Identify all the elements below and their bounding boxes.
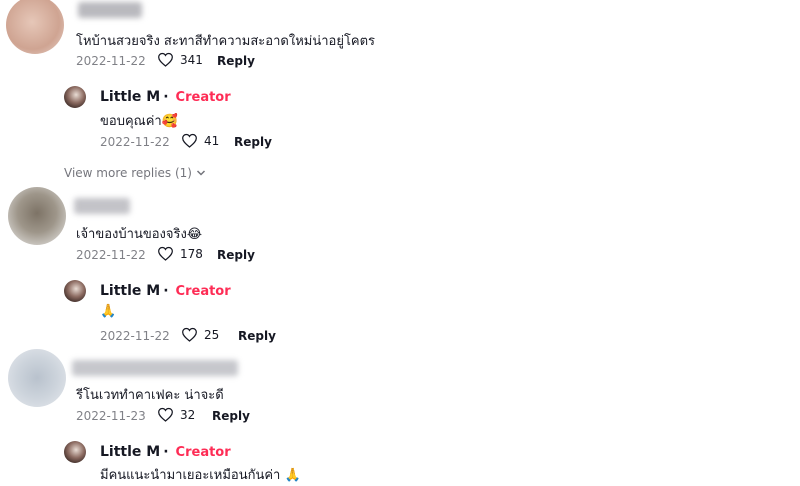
separator: · [163,283,169,299]
chevron-down-icon [196,170,206,176]
reply-date: 2022-11-22 [100,329,170,343]
reply-button[interactable]: Reply [234,135,272,149]
like-count: 25 [204,327,220,342]
creator-badge: Creator [175,283,231,299]
view-more-label: View more replies (1) [64,166,192,180]
comment-date: 2022-11-22 [76,54,146,68]
comment-text: รีโนเวททำคาเฟคะ น่าจะดี [76,388,224,403]
heart-icon [158,246,173,261]
commenter-avatar[interactable] [8,349,66,407]
reply-button[interactable]: Reply [212,409,250,423]
commenter-name-blurred[interactable] [74,198,130,214]
like-button[interactable]: 25 [181,327,219,342]
heart-icon [182,327,197,342]
reply-button[interactable]: Reply [217,248,255,262]
commenter-avatar[interactable] [6,0,64,54]
like-button[interactable]: 341 [157,52,203,67]
view-more-replies[interactable]: View more replies (1) [64,166,206,180]
like-count: 341 [180,52,203,67]
creator-name[interactable]: Little M [100,444,160,460]
heart-icon [158,407,173,422]
comment-text: เจ้าของบ้านของจริง😂 [76,227,203,242]
like-button[interactable]: 178 [157,246,203,261]
creator-name[interactable]: Little M [100,89,160,105]
creator-avatar[interactable] [64,441,86,463]
creator-name[interactable]: Little M [100,283,160,299]
creator-avatar[interactable] [64,86,86,108]
reply-button[interactable]: Reply [217,54,255,68]
like-count: 41 [204,133,220,148]
creator-avatar[interactable] [64,280,86,302]
like-button[interactable]: 32 [157,407,195,422]
creator-badge: Creator [175,444,231,460]
reply-text: ขอบคุณค่า🥰 [100,114,178,129]
separator: · [163,89,169,105]
like-count: 178 [180,246,203,261]
heart-icon [182,133,197,148]
reply-text: มีคนแนะนำมาเยอะเหมือนกันค่า 🙏 [100,468,301,483]
comment-text: โหบ้านสวยจริง สะทาสีทำความสะอาดใหม่น่าอย… [76,34,376,49]
comment-date: 2022-11-23 [76,409,146,423]
creator-name-line: Little M · Creator [100,89,231,105]
reply-text: 🙏 [100,304,117,319]
like-count: 32 [180,407,196,422]
reply-date: 2022-11-22 [100,135,170,149]
creator-name-line: Little M · Creator [100,444,231,460]
commenter-avatar[interactable] [8,187,66,245]
commenter-name-blurred[interactable] [78,2,142,18]
reply-button[interactable]: Reply [238,329,276,343]
like-button[interactable]: 41 [181,133,219,148]
commenter-name-blurred[interactable] [72,360,238,376]
creator-name-line: Little M · Creator [100,283,231,299]
separator: · [163,444,169,460]
heart-icon [158,52,173,67]
creator-badge: Creator [175,89,231,105]
comment-date: 2022-11-22 [76,248,146,262]
